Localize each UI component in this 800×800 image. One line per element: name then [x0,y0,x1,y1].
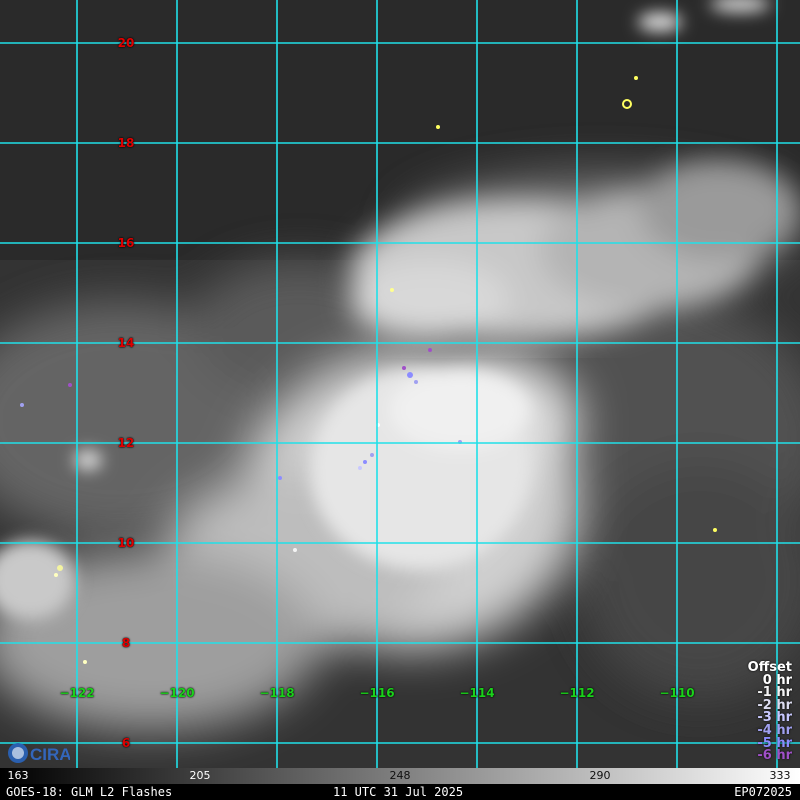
satellite-imagery: 20 18 16 14 12 10 8 6 −122 −120 −118 −116 −114 −112 −… [0,0,800,768]
longitude-label: −110 [659,686,695,700]
longitude-label: −114 [459,686,495,700]
latitude-label: 6 [121,736,131,750]
latitude-label: 20 [117,36,135,50]
longitude-label: −120 [159,686,195,700]
longitude-label: −118 [259,686,295,700]
cira-logo: CIRA [8,743,70,764]
offset-legend: Offset 0 hr -1 hr -2 hr -3 hr -4 hr -5 hr -6 h… [748,661,792,764]
colorbar-tick: 163 [7,769,29,782]
temperature-colorbar: 163 205 248 290 333 [0,768,800,784]
latitude-label: 10 [117,536,135,550]
legend-item: -6 hr [757,748,792,764]
latitude-label: 18 [117,136,135,150]
latitude-label: 14 [117,336,135,350]
latitude-label: 12 [117,436,135,450]
logo-text: CIRA [30,745,70,764]
footer-timestamp: 11 UTC 31 Jul 2025 [333,785,464,799]
satellite-viewer: 20 18 16 14 12 10 8 6 −122 −120 −118 −116 −114 −112 −… [0,0,800,800]
latitude-label: 16 [117,236,135,250]
longitude-label: −116 [359,686,395,700]
lat-lon-grid [0,0,800,768]
latitude-label: 8 [121,636,131,650]
footer-satellite-product: GOES-18: GLM L2 Flashes [6,785,173,799]
longitude-label: −122 [59,686,95,700]
colorbar-tick: 205 [189,769,211,782]
colorbar-tick: 333 [769,769,791,782]
longitude-label: −112 [559,686,595,700]
footer-storm-id: EP072025 [734,785,792,799]
colorbar-tick: 290 [589,769,611,782]
footer-bar: GOES-18: GLM L2 Flashes 11 UTC 31 Jul 20… [0,784,800,800]
colorbar-tick: 248 [389,769,411,782]
